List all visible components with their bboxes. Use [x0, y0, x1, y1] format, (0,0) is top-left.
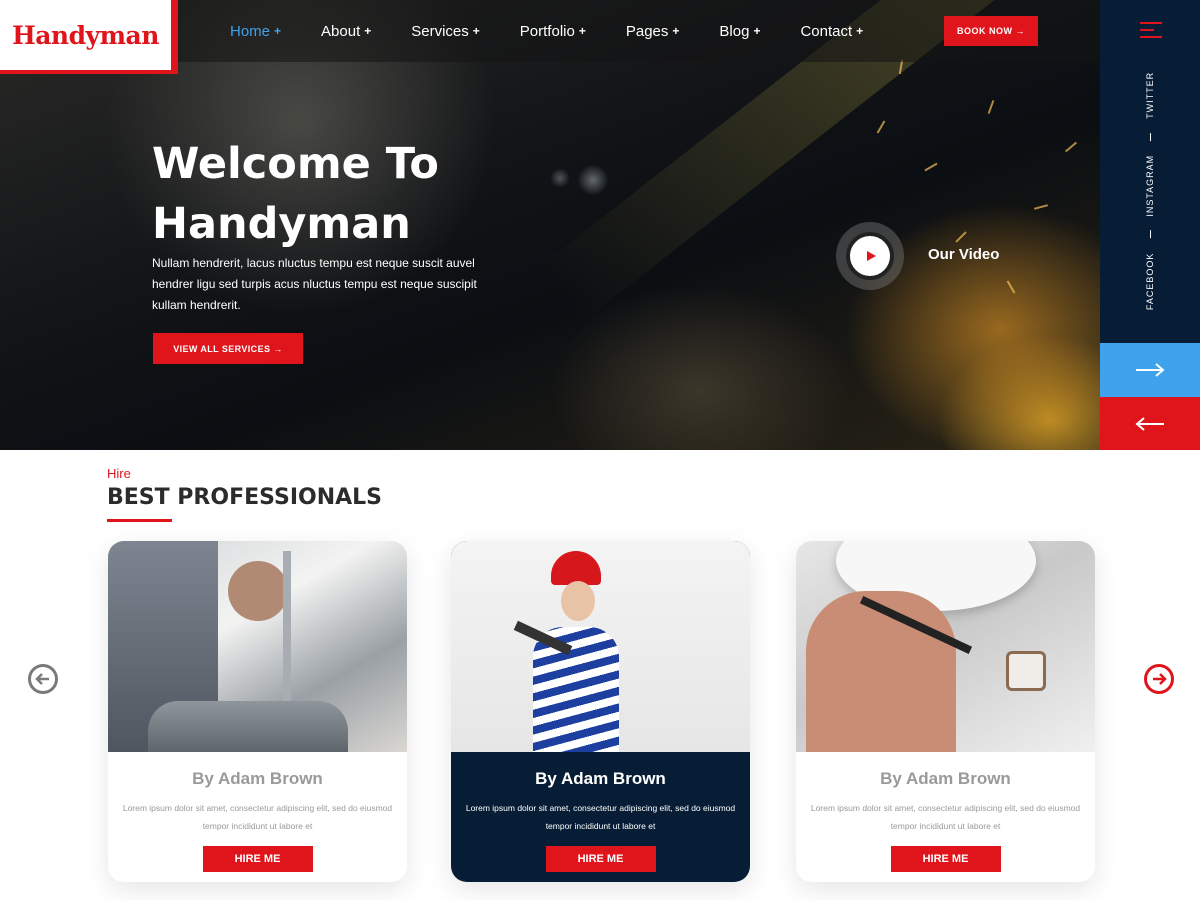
arrow-right-icon: →: [1015, 26, 1025, 36]
spark-decoration: [955, 231, 967, 243]
professional-description: Lorem ipsum dolor sit amet, consectetur …: [810, 803, 1081, 831]
video-label[interactable]: Our Video: [928, 246, 999, 263]
carousel-prev-button[interactable]: [28, 664, 58, 694]
section-underline: [107, 519, 172, 522]
social-link-instagram[interactable]: INSTAGRAM: [1145, 155, 1155, 217]
nav-label: Contact: [800, 22, 853, 40]
hero-title-line: Welcome To: [152, 139, 439, 189]
plus-icon: +: [856, 24, 864, 38]
view-all-services-button[interactable]: VIEW ALL SERVICES →: [153, 333, 303, 364]
hero-title-line: Handyman: [152, 199, 411, 249]
slider-next-button[interactable]: [1100, 343, 1200, 397]
spark-decoration: [876, 120, 886, 134]
separator: [1149, 132, 1151, 141]
play-icon-circle: [846, 232, 894, 280]
plus-icon: +: [274, 24, 282, 38]
hire-me-button[interactable]: HIRE ME: [202, 846, 313, 872]
arrow-right-icon: →: [273, 343, 283, 354]
spark-decoration: [1006, 280, 1016, 294]
professional-name: By Adam Brown: [880, 769, 1011, 788]
professional-card: By Adam Brown Lorem ipsum dolor sit amet…: [451, 541, 750, 882]
plus-icon: +: [578, 24, 586, 38]
play-video-button[interactable]: [836, 222, 904, 290]
spark-decoration: [987, 100, 995, 114]
carousel-next-button[interactable]: [1144, 664, 1174, 694]
nav-label: Pages: [625, 22, 669, 40]
logo-text: Handyman: [12, 20, 159, 50]
spark-decoration: [1064, 141, 1078, 153]
book-now-label: BOOK NOW: [957, 26, 1013, 36]
photo-figure: [148, 701, 348, 752]
professional-photo-worker: [451, 541, 750, 752]
hero-title: Welcome To Handyman: [152, 134, 572, 254]
social-links-text: FACEBOOK INSTAGRAM TWITTER: [1145, 72, 1155, 310]
photo-figure: [1006, 651, 1046, 691]
social-link-facebook[interactable]: FACEBOOK: [1145, 253, 1155, 311]
nav-label: Services: [411, 22, 469, 40]
arrow-right-icon: [1153, 673, 1167, 685]
main-nav: Home + About + Services + Portfolio + Pages +…: [230, 0, 903, 62]
photo-figure: [561, 581, 595, 621]
nav-item-blog[interactable]: Blog +: [719, 23, 760, 40]
nav-label: Portfolio: [519, 22, 575, 40]
professional-photo-plumber: [108, 541, 407, 752]
professional-name: By Adam Brown: [192, 769, 323, 788]
arrow-left-icon: [35, 673, 49, 685]
photo-figure: [283, 551, 291, 701]
hamburger-menu-icon[interactable]: [1140, 22, 1162, 38]
social-links: FACEBOOK INSTAGRAM TWITTER: [1136, 62, 1164, 320]
hire-me-button[interactable]: HIRE ME: [545, 846, 656, 872]
nav-label: About: [321, 22, 361, 40]
slider-prev-button[interactable]: [1100, 397, 1200, 450]
play-icon: [867, 251, 876, 261]
photo-figure: [533, 627, 619, 752]
spark-decoration: [1033, 204, 1049, 210]
section-kicker: Hire: [107, 466, 131, 481]
hero-description: Nullam hendrerit, lacus nluctus tempu es…: [152, 256, 477, 312]
professional-card: By Adam Brown Lorem ipsum dolor sit amet…: [108, 541, 407, 882]
cta-label: VIEW ALL SERVICES: [173, 343, 271, 354]
plus-icon: +: [672, 24, 680, 38]
professional-description: Lorem ipsum dolor sit amet, consectetur …: [465, 803, 736, 831]
nav-item-portfolio[interactable]: Portfolio +: [520, 23, 586, 40]
photo-figure: [806, 591, 956, 752]
arrow-left-icon: [1135, 416, 1164, 431]
social-link-twitter[interactable]: TWITTER: [1145, 72, 1155, 119]
nav-label: Blog: [719, 22, 750, 40]
arrow-right-icon: [1136, 363, 1165, 377]
photo-figure: [228, 561, 288, 621]
nav-item-about[interactable]: About +: [321, 23, 371, 40]
plus-icon: +: [364, 24, 372, 38]
nav-label: Home: [230, 22, 271, 40]
book-now-button[interactable]: BOOK NOW →: [944, 16, 1038, 46]
hire-me-button[interactable]: HIRE ME: [890, 846, 1001, 872]
nav-item-services[interactable]: Services +: [411, 23, 480, 40]
nav-item-home[interactable]: Home +: [230, 23, 281, 40]
plus-icon: +: [753, 24, 761, 38]
separator: [1149, 230, 1151, 239]
nav-item-contact[interactable]: Contact +: [800, 23, 863, 40]
professional-description: Lorem ipsum dolor sit amet, consectetur …: [122, 803, 393, 831]
spark-decoration: [924, 162, 938, 172]
section-title: BEST PROFESSIONALS: [107, 485, 383, 510]
professional-card: By Adam Brown Lorem ipsum dolor sit amet…: [796, 541, 1095, 882]
plus-icon: +: [472, 24, 480, 38]
logo[interactable]: Handyman: [0, 0, 178, 74]
professional-photo-electrician: [796, 541, 1095, 752]
professional-name: By Adam Brown: [535, 769, 666, 788]
nav-item-pages[interactable]: Pages +: [626, 23, 680, 40]
hero-banner: Handyman Home + About + Services + Portfoli…: [0, 0, 1100, 450]
photo-figure: [551, 551, 601, 585]
